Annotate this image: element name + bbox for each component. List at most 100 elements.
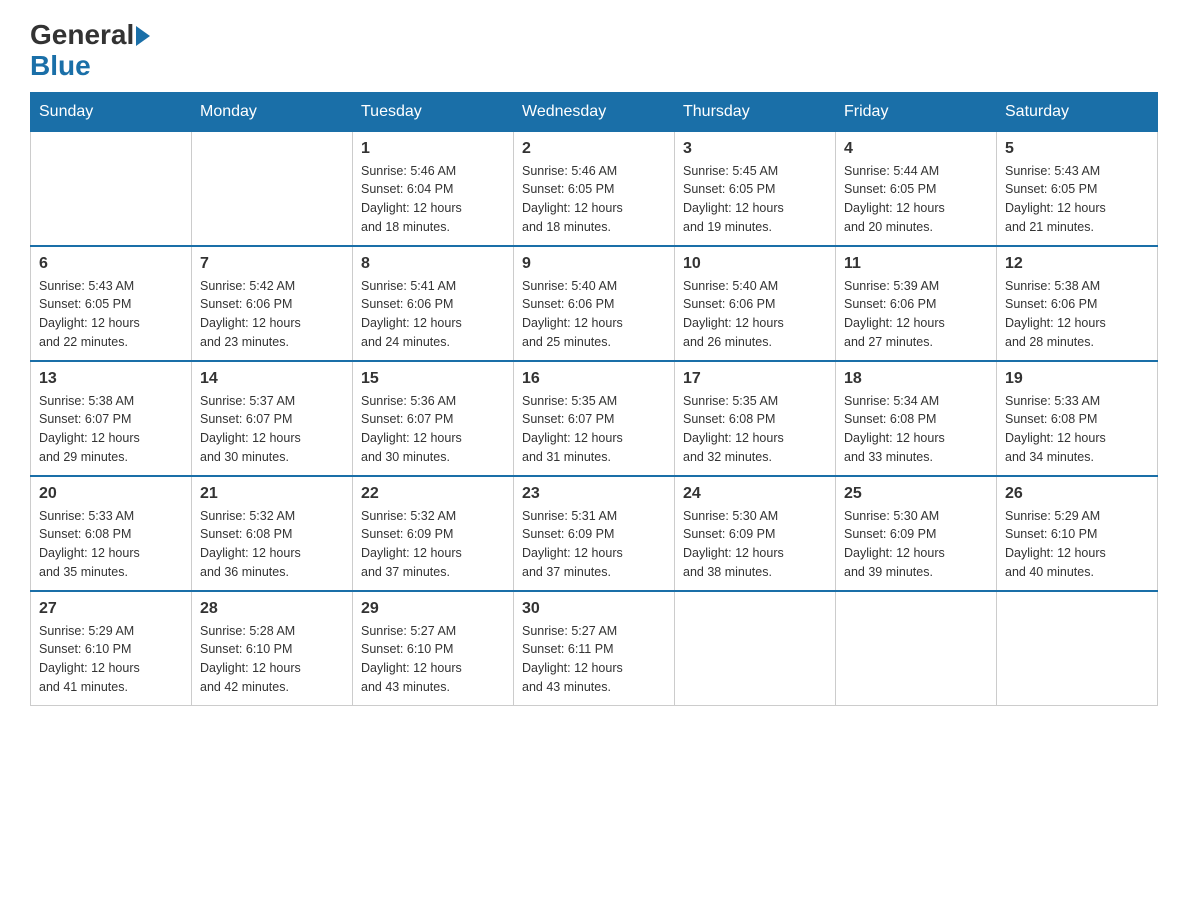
weekday-header-row: SundayMondayTuesdayWednesdayThursdayFrid… bbox=[31, 92, 1158, 131]
day-number: 30 bbox=[522, 600, 666, 618]
calendar-cell: 3Sunrise: 5:45 AM Sunset: 6:05 PM Daylig… bbox=[675, 131, 836, 246]
day-info: Sunrise: 5:38 AM Sunset: 6:06 PM Dayligh… bbox=[1005, 277, 1149, 352]
weekday-header-wednesday: Wednesday bbox=[514, 92, 675, 131]
day-number: 21 bbox=[200, 485, 344, 503]
day-number: 24 bbox=[683, 485, 827, 503]
day-info: Sunrise: 5:44 AM Sunset: 6:05 PM Dayligh… bbox=[844, 162, 988, 237]
day-info: Sunrise: 5:41 AM Sunset: 6:06 PM Dayligh… bbox=[361, 277, 505, 352]
calendar-cell: 15Sunrise: 5:36 AM Sunset: 6:07 PM Dayli… bbox=[353, 361, 514, 476]
day-info: Sunrise: 5:30 AM Sunset: 6:09 PM Dayligh… bbox=[683, 507, 827, 582]
day-info: Sunrise: 5:45 AM Sunset: 6:05 PM Dayligh… bbox=[683, 162, 827, 237]
weekday-header-friday: Friday bbox=[836, 92, 997, 131]
calendar-cell: 11 Sunrise: 5:39 AM Sunset: 6:06 PM Dayli… bbox=[836, 246, 997, 361]
day-info: Sunrise: 5:29 AM Sunset: 6:10 PM Dayligh… bbox=[1005, 507, 1149, 582]
day-number: 20 bbox=[39, 485, 183, 503]
calendar-cell: 13 Sunrise: 5:38 AM Sunset: 6:07 PM Dayli… bbox=[31, 361, 192, 476]
calendar-week-row: 20Sunrise: 5:33 AM Sunset: 6:08 PM Dayli… bbox=[31, 476, 1158, 591]
day-info: Sunrise: 5:27 AM Sunset: 6:10 PM Dayligh… bbox=[361, 622, 505, 697]
calendar-cell: 26 Sunrise: 5:29 AM Sunset: 6:10 PM Dayli… bbox=[997, 476, 1158, 591]
day-info: Sunrise: 5:32 AM Sunset: 6:09 PM Dayligh… bbox=[361, 507, 505, 582]
day-info: Sunrise: 5:46 AM Sunset: 6:05 PM Dayligh… bbox=[522, 162, 666, 237]
day-number: 2 bbox=[522, 140, 666, 158]
day-info: Sunrise: 5:33 AM Sunset: 6:08 PM Dayligh… bbox=[1005, 392, 1149, 467]
calendar-cell bbox=[836, 591, 997, 706]
day-number: 22 bbox=[361, 485, 505, 503]
day-info: Sunrise: 5:46 AM Sunset: 6:04 PM Dayligh… bbox=[361, 162, 505, 237]
day-number: 27 bbox=[39, 600, 183, 618]
day-number: 26 bbox=[1005, 485, 1149, 503]
calendar-cell: 5Sunrise: 5:43 AM Sunset: 6:05 PM Daylig… bbox=[997, 131, 1158, 246]
calendar-cell bbox=[675, 591, 836, 706]
page-header: General Blue bbox=[30, 20, 1158, 82]
day-info: Sunrise: 5:30 AM Sunset: 6:09 PM Dayligh… bbox=[844, 507, 988, 582]
day-number: 25 bbox=[844, 485, 988, 503]
calendar-cell: 9 Sunrise: 5:40 AM Sunset: 6:06 PM Daylig… bbox=[514, 246, 675, 361]
day-number: 23 bbox=[522, 485, 666, 503]
day-info: Sunrise: 5:40 AM Sunset: 6:06 PM Dayligh… bbox=[522, 277, 666, 352]
calendar-cell: 2 Sunrise: 5:46 AM Sunset: 6:05 PM Daylig… bbox=[514, 131, 675, 246]
calendar-cell: 18 Sunrise: 5:34 AM Sunset: 6:08 PM Dayli… bbox=[836, 361, 997, 476]
calendar-cell: 22 Sunrise: 5:32 AM Sunset: 6:09 PM Dayli… bbox=[353, 476, 514, 591]
day-number: 16 bbox=[522, 370, 666, 388]
calendar-cell bbox=[997, 591, 1158, 706]
day-info: Sunrise: 5:28 AM Sunset: 6:10 PM Dayligh… bbox=[200, 622, 344, 697]
calendar-cell: 16 Sunrise: 5:35 AM Sunset: 6:07 PM Dayli… bbox=[514, 361, 675, 476]
calendar-cell: 30 Sunrise: 5:27 AM Sunset: 6:11 PM Dayli… bbox=[514, 591, 675, 706]
day-info: Sunrise: 5:29 AM Sunset: 6:10 PM Dayligh… bbox=[39, 622, 183, 697]
day-number: 9 bbox=[522, 255, 666, 273]
calendar-cell: 8 Sunrise: 5:41 AM Sunset: 6:06 PM Daylig… bbox=[353, 246, 514, 361]
day-info: Sunrise: 5:35 AM Sunset: 6:08 PM Dayligh… bbox=[683, 392, 827, 467]
logo: General Blue bbox=[30, 20, 150, 82]
calendar-cell: 4 Sunrise: 5:44 AM Sunset: 6:05 PM Daylig… bbox=[836, 131, 997, 246]
day-info: Sunrise: 5:40 AM Sunset: 6:06 PM Dayligh… bbox=[683, 277, 827, 352]
day-number: 7 bbox=[200, 255, 344, 273]
calendar-cell: 21Sunrise: 5:32 AM Sunset: 6:08 PM Dayli… bbox=[192, 476, 353, 591]
day-number: 29 bbox=[361, 600, 505, 618]
calendar-table: SundayMondayTuesdayWednesdayThursdayFrid… bbox=[30, 92, 1158, 706]
day-number: 8 bbox=[361, 255, 505, 273]
calendar-week-row: 27 Sunrise: 5:29 AM Sunset: 6:10 PM Dayli… bbox=[31, 591, 1158, 706]
day-info: Sunrise: 5:34 AM Sunset: 6:08 PM Dayligh… bbox=[844, 392, 988, 467]
calendar-week-row: 6Sunrise: 5:43 AM Sunset: 6:05 PM Daylig… bbox=[31, 246, 1158, 361]
day-info: Sunrise: 5:35 AM Sunset: 6:07 PM Dayligh… bbox=[522, 392, 666, 467]
logo-general: General bbox=[30, 20, 134, 51]
calendar-cell: 23 Sunrise: 5:31 AM Sunset: 6:09 PM Dayli… bbox=[514, 476, 675, 591]
day-info: Sunrise: 5:27 AM Sunset: 6:11 PM Dayligh… bbox=[522, 622, 666, 697]
calendar-cell: 14 Sunrise: 5:37 AM Sunset: 6:07 PM Dayli… bbox=[192, 361, 353, 476]
day-number: 14 bbox=[200, 370, 344, 388]
day-number: 11 bbox=[844, 255, 988, 273]
day-info: Sunrise: 5:39 AM Sunset: 6:06 PM Dayligh… bbox=[844, 277, 988, 352]
calendar-cell: 27 Sunrise: 5:29 AM Sunset: 6:10 PM Dayli… bbox=[31, 591, 192, 706]
logo-blue: Blue bbox=[30, 51, 150, 82]
calendar-cell: 12Sunrise: 5:38 AM Sunset: 6:06 PM Dayli… bbox=[997, 246, 1158, 361]
calendar-cell: 7 Sunrise: 5:42 AM Sunset: 6:06 PM Daylig… bbox=[192, 246, 353, 361]
day-number: 19 bbox=[1005, 370, 1149, 388]
day-number: 1 bbox=[361, 140, 505, 158]
calendar-cell: 17Sunrise: 5:35 AM Sunset: 6:08 PM Dayli… bbox=[675, 361, 836, 476]
calendar-cell: 6Sunrise: 5:43 AM Sunset: 6:05 PM Daylig… bbox=[31, 246, 192, 361]
day-info: Sunrise: 5:31 AM Sunset: 6:09 PM Dayligh… bbox=[522, 507, 666, 582]
logo-arrow-icon bbox=[136, 26, 150, 46]
calendar-week-row: 1 Sunrise: 5:46 AM Sunset: 6:04 PM Daylig… bbox=[31, 131, 1158, 246]
day-info: Sunrise: 5:43 AM Sunset: 6:05 PM Dayligh… bbox=[1005, 162, 1149, 237]
calendar-cell: 10Sunrise: 5:40 AM Sunset: 6:06 PM Dayli… bbox=[675, 246, 836, 361]
calendar-cell: 25 Sunrise: 5:30 AM Sunset: 6:09 PM Dayli… bbox=[836, 476, 997, 591]
calendar-cell bbox=[192, 131, 353, 246]
calendar-cell: 1 Sunrise: 5:46 AM Sunset: 6:04 PM Daylig… bbox=[353, 131, 514, 246]
day-info: Sunrise: 5:37 AM Sunset: 6:07 PM Dayligh… bbox=[200, 392, 344, 467]
day-number: 15 bbox=[361, 370, 505, 388]
day-number: 4 bbox=[844, 140, 988, 158]
day-number: 13 bbox=[39, 370, 183, 388]
day-number: 18 bbox=[844, 370, 988, 388]
weekday-header-tuesday: Tuesday bbox=[353, 92, 514, 131]
day-info: Sunrise: 5:38 AM Sunset: 6:07 PM Dayligh… bbox=[39, 392, 183, 467]
weekday-header-saturday: Saturday bbox=[997, 92, 1158, 131]
weekday-header-sunday: Sunday bbox=[31, 92, 192, 131]
day-info: Sunrise: 5:42 AM Sunset: 6:06 PM Dayligh… bbox=[200, 277, 344, 352]
calendar-week-row: 13 Sunrise: 5:38 AM Sunset: 6:07 PM Dayli… bbox=[31, 361, 1158, 476]
calendar-cell bbox=[31, 131, 192, 246]
calendar-cell: 29 Sunrise: 5:27 AM Sunset: 6:10 PM Dayli… bbox=[353, 591, 514, 706]
day-number: 28 bbox=[200, 600, 344, 618]
weekday-header-monday: Monday bbox=[192, 92, 353, 131]
day-info: Sunrise: 5:43 AM Sunset: 6:05 PM Dayligh… bbox=[39, 277, 183, 352]
